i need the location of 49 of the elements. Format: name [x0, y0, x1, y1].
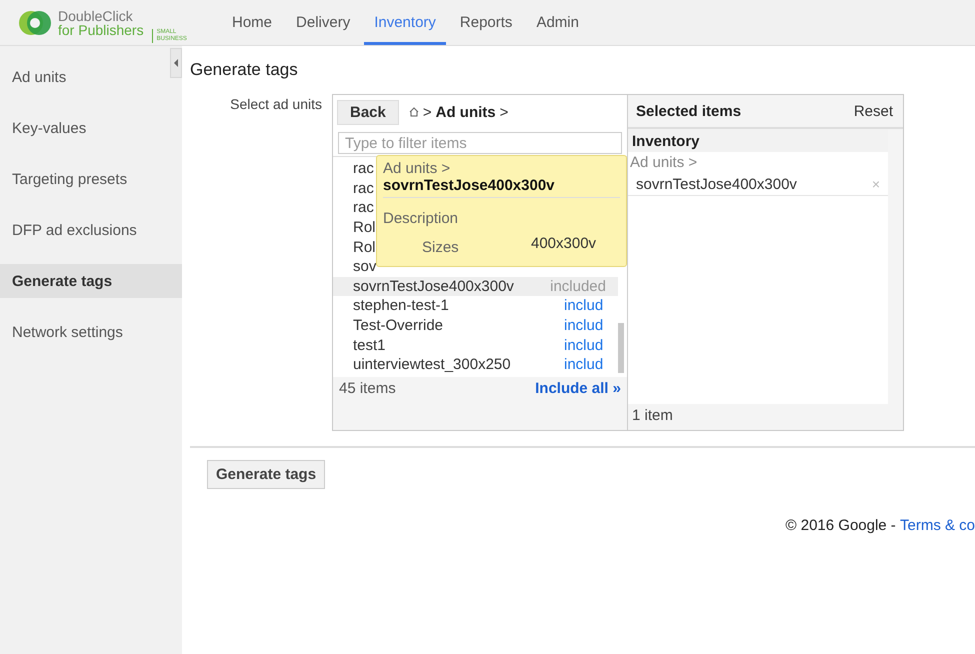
nav-tab[interactable]: Delivery [286, 0, 360, 45]
sizes-value: 400x300v [531, 235, 596, 254]
list-item[interactable]: sovrnTestJose400x300v included [333, 276, 618, 296]
description-label: Description [383, 210, 460, 227]
include-all-link[interactable]: Include all » [535, 380, 621, 397]
include-link[interactable]: includ [564, 336, 606, 354]
breadcrumb-separator: > [500, 104, 508, 120]
tooltip-title: sovrnTestJose400x300v [383, 177, 620, 198]
list-item[interactable]: test1 includ [333, 335, 618, 355]
field-label: Select ad units [229, 95, 323, 114]
nav-tab[interactable]: Inventory [364, 0, 446, 45]
collapse-icon [174, 59, 178, 67]
include-link[interactable]: includ [564, 297, 606, 314]
sidebar-item[interactable]: DFP ad exclusions [0, 213, 160, 247]
sidebar-item[interactable]: Targeting presets [0, 162, 160, 196]
sidebar-item[interactable]: Ad units [0, 60, 160, 94]
item-count: 45 items [339, 380, 396, 397]
logo-text: for Publishers [58, 22, 144, 36]
sidebar-item[interactable]: Generate tags [0, 264, 182, 298]
include-link[interactable]: includ [564, 356, 606, 374]
list-item[interactable]: stephen-test-1 includ [333, 296, 618, 316]
sidebar-item[interactable]: Key-values [0, 111, 160, 145]
status-label: included [550, 278, 606, 295]
copyright-text: © 2016 Google - [786, 517, 897, 534]
tooltip-path: Ad units > [383, 160, 452, 177]
logo-text: DoubleClick [58, 8, 134, 22]
page-title: Generate tags [190, 60, 299, 80]
generate-tags-button[interactable]: Generate tags [207, 460, 326, 489]
path-label: Ad units > [629, 153, 698, 173]
selected-item: sovrnTestJose400x300v × [628, 173, 888, 196]
home-icon[interactable] [408, 107, 419, 117]
filter-field[interactable]: Type to filter items [338, 132, 622, 154]
item-count: 1 item [631, 406, 674, 426]
nav-tab[interactable]: Admin [526, 0, 589, 45]
group-heading: Inventory [628, 129, 888, 152]
nav-tab[interactable]: Reports [450, 0, 522, 45]
sizes-label: Sizes [422, 239, 460, 256]
include-link[interactable]: includ [564, 317, 606, 334]
reset-link[interactable]: Reset [854, 102, 893, 120]
back-button[interactable]: Back [337, 100, 399, 124]
panel-title: Selected items [636, 102, 742, 120]
collapse-button[interactable] [170, 48, 182, 78]
terms-link[interactable]: Terms & co [900, 517, 975, 534]
sidebar-item[interactable]: Network settings [0, 315, 160, 349]
list-item[interactable]: Test-Override includ [333, 316, 618, 336]
nav-tab[interactable]: Home [222, 0, 282, 45]
breadcrumb-separator: > [422, 104, 432, 120]
breadcrumb-link[interactable]: Ad units [436, 104, 496, 120]
list-item[interactable]: uinterviewtest_300x250 includ [333, 354, 618, 375]
